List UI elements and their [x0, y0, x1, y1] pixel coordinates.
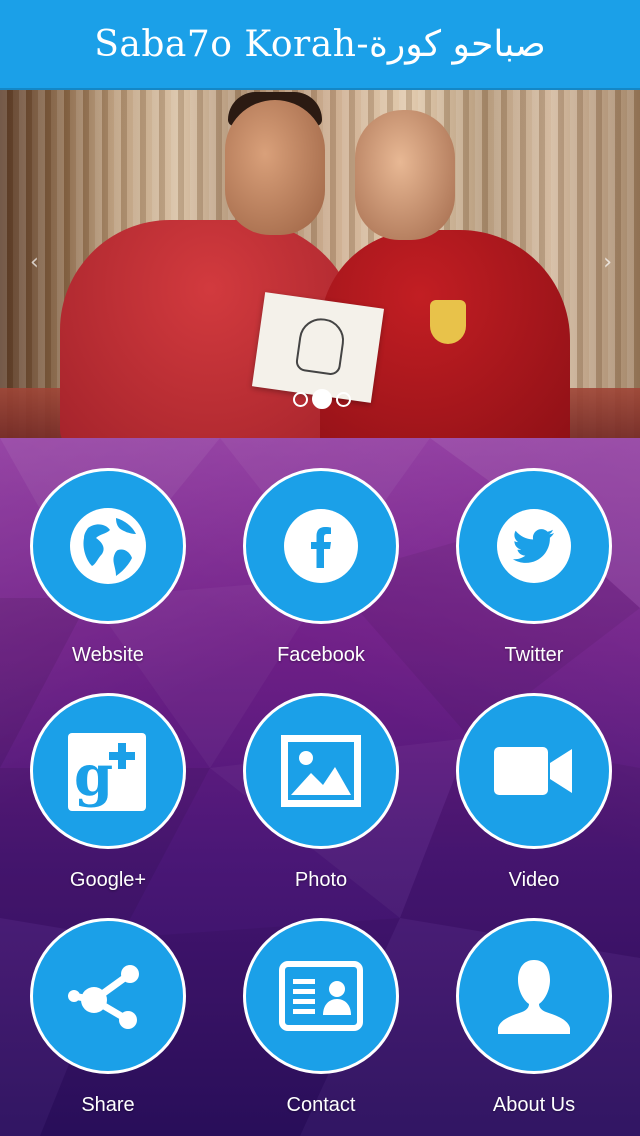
photo-label: Photo [294, 869, 348, 891]
share-button[interactable] [30, 918, 186, 1074]
google-plus-tile[interactable]: g Google+ [8, 693, 208, 903]
slider-prev-arrow-icon[interactable]: ‹ [30, 250, 39, 275]
menu-grid: Website Facebook Twitter g Google+ Photo… [0, 438, 640, 1136]
contact-button[interactable] [243, 918, 399, 1074]
website-tile[interactable]: Website [8, 468, 208, 678]
slider-dot-3[interactable] [336, 391, 351, 407]
twitter-tile[interactable]: Twitter [434, 468, 634, 678]
share-tile[interactable]: Share [8, 918, 208, 1128]
app-title: Saba7o Korah-صباحو كورة [94, 23, 546, 65]
share-icon [66, 954, 150, 1038]
slider-pagination [293, 389, 351, 409]
twitter-label: Twitter [504, 644, 564, 666]
slider-dot-1[interactable] [293, 391, 308, 407]
about-us-tile[interactable]: About Us [434, 918, 634, 1128]
share-label: Share [81, 1094, 135, 1116]
facebook-tile[interactable]: Facebook [221, 468, 421, 678]
photo-icon [279, 733, 363, 809]
video-label: Video [508, 869, 560, 891]
contact-label: Contact [286, 1094, 356, 1116]
twitter-icon [494, 506, 574, 586]
sketch-card [251, 292, 385, 403]
svg-text:g: g [74, 743, 113, 809]
about-us-button[interactable] [456, 918, 612, 1074]
twitter-button[interactable] [456, 468, 612, 624]
website-button[interactable] [30, 468, 186, 624]
google-plus-icon: g [66, 729, 150, 813]
video-button[interactable] [456, 693, 612, 849]
google-plus-button[interactable]: g [30, 693, 186, 849]
photo-button[interactable] [243, 693, 399, 849]
jersey-crest [430, 300, 466, 344]
photo-tile[interactable]: Photo [221, 693, 421, 903]
globe-icon [66, 504, 150, 588]
video-camera-icon [492, 741, 576, 801]
video-tile[interactable]: Video [434, 693, 634, 903]
contact-tile[interactable]: Contact [221, 918, 421, 1128]
about-us-label: About Us [492, 1094, 576, 1116]
facebook-label: Facebook [277, 644, 365, 666]
app-header: Saba7o Korah-صباحو كورة [0, 0, 640, 90]
website-label: Website [72, 644, 144, 666]
image-slider[interactable]: ‹ › [0, 90, 640, 438]
facebook-icon [281, 506, 361, 586]
person-icon [492, 954, 576, 1038]
google-plus-label: Google+ [69, 869, 147, 891]
slider-dot-2[interactable] [312, 389, 332, 409]
contact-card-icon [279, 961, 363, 1031]
facebook-button[interactable] [243, 468, 399, 624]
slider-next-arrow-icon[interactable]: › [603, 250, 612, 275]
